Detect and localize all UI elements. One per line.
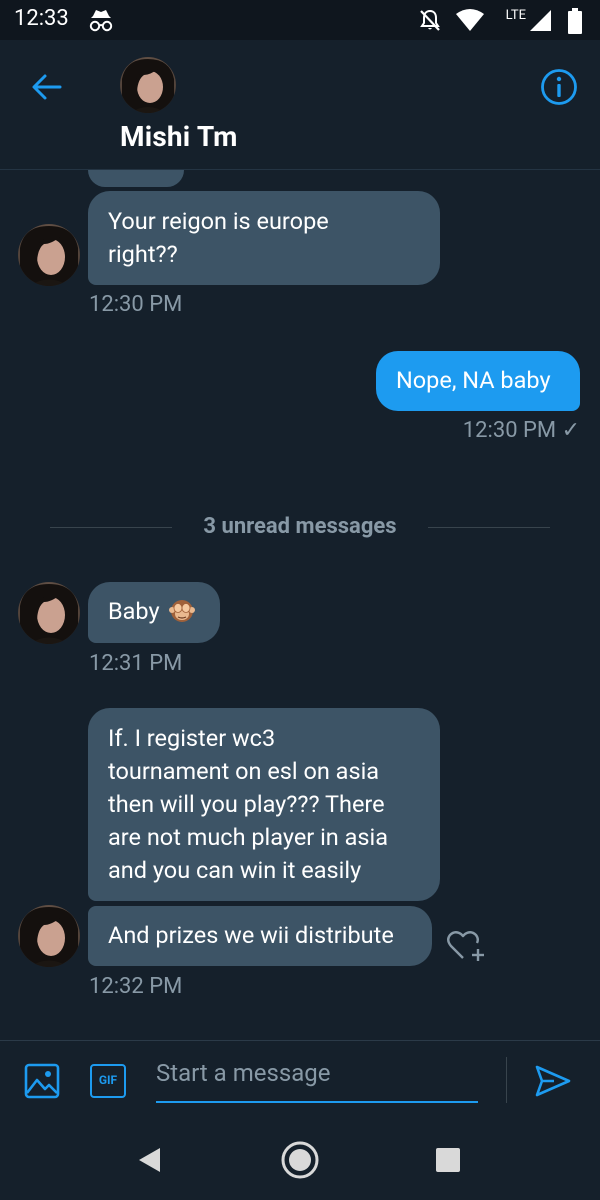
heart-plus-icon[interactable]: [446, 928, 486, 964]
message-text: Nope, NA baby: [396, 366, 551, 394]
info-icon[interactable]: [540, 68, 578, 106]
home-circle-icon[interactable]: [280, 1140, 320, 1180]
network-type: LTE: [505, 8, 526, 23]
status-bar: 12:33 LTE: [0, 0, 600, 40]
sender-avatar[interactable]: [18, 224, 80, 286]
message-text-line: If. I register wc3: [108, 724, 276, 752]
unread-messages-label: 3 unread messages: [203, 514, 397, 539]
message-timestamp: 12:30 PM ✓: [462, 418, 580, 443]
message-timestamp: 12:31 PM: [89, 651, 183, 676]
battery-icon: [568, 8, 582, 34]
message-text-line: Your reigon is europe: [108, 207, 329, 235]
message-bubble-outgoing[interactable]: Nope, NA baby: [376, 351, 580, 411]
message-bubble[interactable]: If. I register wc3 tournament on esl on …: [88, 708, 440, 901]
message-text: Baby: [108, 597, 160, 625]
message-bubble[interactable]: Your reigon is europe right??: [88, 191, 440, 285]
message-text-line: then will you play??? There: [108, 790, 385, 818]
gif-label: GIF: [98, 1073, 118, 1087]
message-input-placeholder: Start a message: [156, 1059, 331, 1087]
message-text: And prizes we wii distribute: [108, 921, 394, 949]
message-timestamp: 12:30 PM: [89, 292, 183, 317]
gif-icon[interactable]: GIF: [90, 1064, 126, 1098]
contact-name[interactable]: Mishi Tm: [120, 120, 238, 153]
send-icon[interactable]: [534, 1063, 572, 1099]
sender-avatar[interactable]: [18, 905, 80, 967]
message-bubble[interactable]: Baby: [88, 582, 220, 643]
message-timestamp: 12:32 PM: [89, 974, 183, 999]
status-time: 12:33: [14, 6, 69, 31]
mute-icon: [420, 9, 440, 31]
back-arrow-icon[interactable]: [30, 70, 64, 104]
sender-avatar[interactable]: [18, 582, 80, 644]
image-icon[interactable]: [24, 1063, 60, 1099]
message-text-line: tournament on esl on asia: [108, 757, 380, 785]
see-no-evil-monkey-icon: [169, 600, 196, 622]
signal-icon: [530, 10, 551, 31]
system-navigation-bar: [0, 1118, 600, 1200]
conversation-header: Mishi Tm: [0, 40, 600, 170]
message-composer: GIF Start a message: [0, 1040, 600, 1118]
recents-square-icon[interactable]: [435, 1147, 461, 1173]
previous-message-bubble[interactable]: [88, 170, 184, 187]
message-text-line: are not much player in asia: [108, 823, 389, 851]
message-text-line: and you can win it easily: [108, 856, 362, 884]
back-triangle-icon[interactable]: [136, 1146, 164, 1174]
composer-divider: [506, 1057, 507, 1103]
message-text-line: right??: [108, 240, 178, 268]
wifi-icon: [456, 9, 484, 31]
incognito-icon: [89, 10, 113, 32]
message-input[interactable]: Start a message: [156, 1059, 478, 1103]
contact-avatar[interactable]: [120, 57, 176, 113]
message-bubble[interactable]: And prizes we wii distribute: [88, 906, 432, 966]
